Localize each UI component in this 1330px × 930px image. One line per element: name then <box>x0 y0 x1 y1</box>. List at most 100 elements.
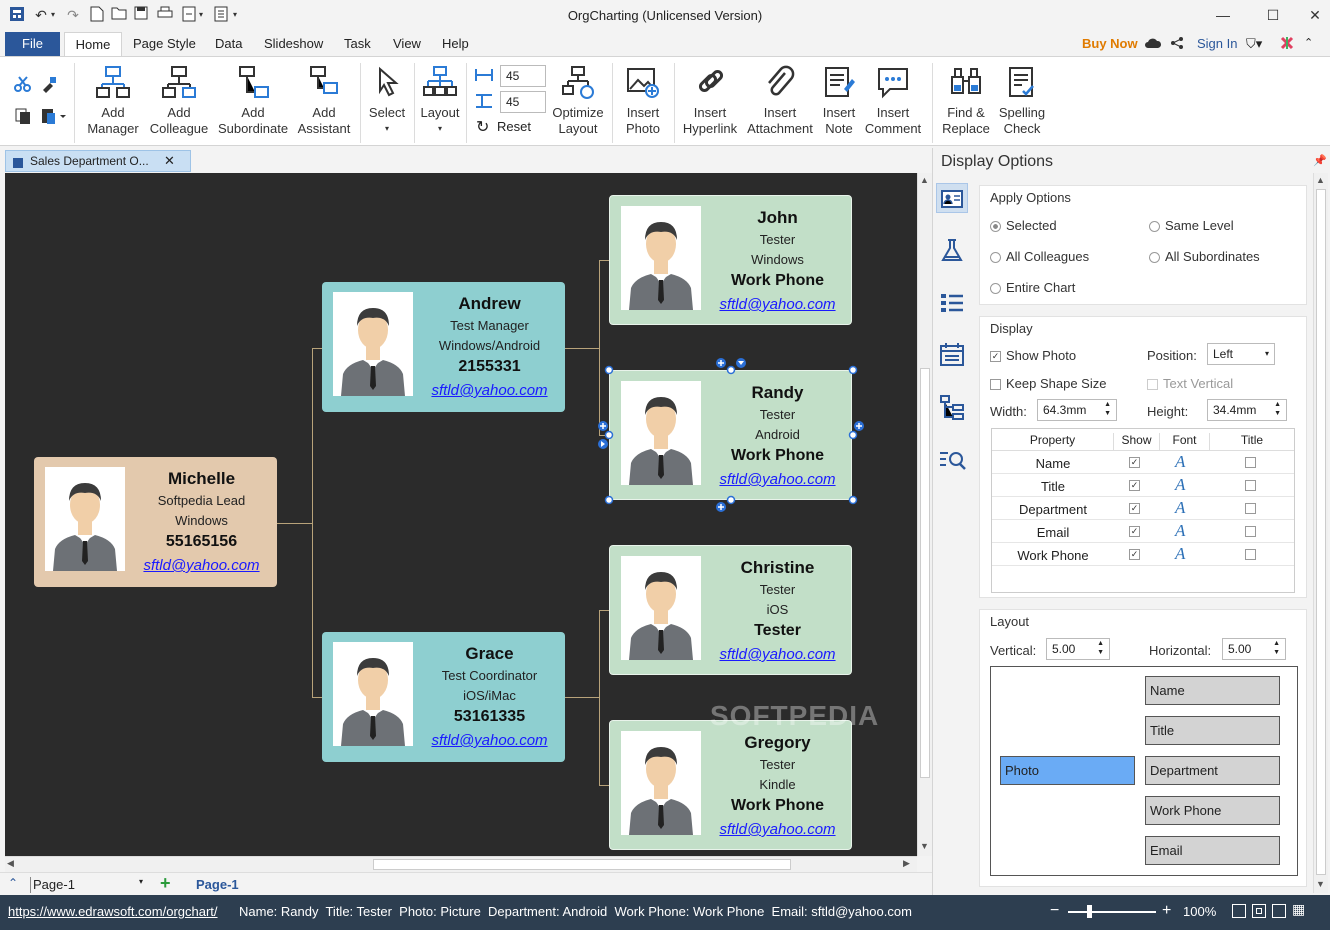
calendar-tab[interactable] <box>937 340 967 373</box>
add-page-icon[interactable]: + <box>160 873 171 894</box>
cut-icon[interactable] <box>14 75 32 96</box>
keep-shape-size-checkbox[interactable]: Keep Shape Size <box>990 376 1106 391</box>
grid-icon[interactable]: ▦ <box>1292 901 1305 918</box>
position-select[interactable]: Left ▾ <box>1207 343 1275 365</box>
table-row[interactable]: Work Phone ✓ A <box>992 543 1294 566</box>
insert-note-button[interactable]: Insert Note <box>818 65 860 137</box>
maximize-button[interactable]: ☐ <box>1258 4 1288 26</box>
show-checkbox[interactable]: ✓ <box>1129 546 1145 561</box>
insert-hyperlink-button[interactable]: Insert Hyperlink <box>678 65 742 137</box>
width-field[interactable]: 64.3mm ▲ ▼ <box>1037 399 1117 421</box>
preview-field-box[interactable]: Name <box>1145 676 1280 705</box>
font-icon[interactable]: A <box>1175 544 1185 564</box>
pin-panel-icon[interactable]: 📌 <box>1313 154 1327 167</box>
org-card-christine[interactable]: Christine Tester iOS Tester sftld@yahoo.… <box>609 545 852 675</box>
vertical-field[interactable]: 5.00 ▲ ▼ <box>1046 638 1110 660</box>
show-checkbox[interactable]: ✓ <box>1129 477 1145 492</box>
radio-selected[interactable]: Selected <box>990 218 1057 233</box>
zoom-slider[interactable] <box>1068 911 1156 913</box>
font-icon[interactable]: A <box>1175 452 1185 472</box>
vertical-spinner-icon[interactable]: ▲ ▼ <box>1097 639 1104 657</box>
preview-field-box[interactable]: Work Phone <box>1145 796 1280 825</box>
radio-same-level[interactable]: Same Level <box>1149 218 1234 233</box>
title-checkbox[interactable] <box>1245 523 1261 538</box>
panel-scrollbar[interactable]: ▲ ▼ <box>1313 173 1328 893</box>
font-icon[interactable]: A <box>1175 498 1185 518</box>
tab-data[interactable]: Data <box>215 32 242 56</box>
table-row[interactable]: Department ✓ A <box>992 497 1294 520</box>
close-button[interactable]: ✕ <box>1300 4 1330 26</box>
format-painter-icon[interactable] <box>40 75 58 96</box>
table-row[interactable]: Email ✓ A <box>992 520 1294 543</box>
preview-photo-box[interactable]: Photo <box>1000 756 1135 785</box>
minimize-button[interactable]: — <box>1208 4 1238 26</box>
scrollbar-thumb[interactable] <box>920 368 930 778</box>
color-theme-icon[interactable] <box>1280 36 1296 52</box>
show-checkbox[interactable]: ✓ <box>1129 454 1145 469</box>
tab-help[interactable]: Help <box>442 32 469 56</box>
title-checkbox[interactable] <box>1245 500 1261 515</box>
preview-field-box[interactable]: Title <box>1145 716 1280 745</box>
selection-handles[interactable] <box>595 356 867 514</box>
show-checkbox[interactable]: ✓ <box>1129 523 1145 538</box>
fit-width-icon[interactable] <box>1252 904 1266 918</box>
font-icon[interactable]: A <box>1175 521 1185 541</box>
tab-file[interactable]: File <box>5 32 60 56</box>
font-icon[interactable]: A <box>1175 475 1185 495</box>
buy-now-link[interactable]: Buy Now <box>1082 32 1138 56</box>
horizontal-scrollbar[interactable]: ◀ ▶ <box>5 856 917 872</box>
full-screen-icon[interactable] <box>1272 904 1286 918</box>
scroll-up-icon[interactable]: ▲ <box>920 175 929 185</box>
cloud-icon[interactable] <box>1144 36 1162 52</box>
scrollbar-thumb[interactable] <box>1316 189 1326 875</box>
height-field[interactable]: 34.4mm ▲ ▼ <box>1207 399 1287 421</box>
card-email-link[interactable]: sftld@yahoo.com <box>422 382 557 399</box>
scroll-right-icon[interactable]: ▶ <box>903 858 910 869</box>
org-card-andrew[interactable]: Andrew Test Manager Windows/Android 2155… <box>322 282 565 412</box>
layout-button[interactable]: Layout ▾ <box>418 65 462 137</box>
zoom-in-icon[interactable]: + <box>1162 902 1171 920</box>
radio-all-colleagues[interactable]: All Colleagues <box>990 249 1089 264</box>
tree-tab[interactable] <box>937 392 967 425</box>
page-tab-1[interactable]: Page-1 <box>196 877 239 892</box>
scrollbar-thumb[interactable] <box>373 859 791 870</box>
select-button[interactable]: Select ▾ <box>364 65 410 137</box>
title-checkbox[interactable] <box>1245 454 1261 469</box>
website-link[interactable]: https://www.edrawsoft.com/orgchart/ <box>8 904 218 919</box>
close-tab-icon[interactable]: ✕ <box>164 151 175 171</box>
display-options-tab[interactable] <box>936 183 968 213</box>
text-vertical-checkbox[interactable]: Text Vertical <box>1147 376 1233 391</box>
radio-all-subordinates[interactable]: All Subordinates <box>1149 249 1260 264</box>
paste-icon[interactable] <box>40 107 66 128</box>
zoom-level[interactable]: 100% <box>1183 904 1216 919</box>
table-row[interactable]: Name ✓ A <box>992 451 1294 474</box>
title-checkbox[interactable] <box>1245 477 1261 492</box>
copy-icon[interactable] <box>14 107 32 128</box>
zoom-out-icon[interactable]: − <box>1050 902 1059 920</box>
tab-slideshow[interactable]: Slideshow <box>264 32 323 56</box>
zoom-slider-handle[interactable] <box>1087 905 1092 918</box>
preview-field-box[interactable]: Department <box>1145 756 1280 785</box>
optimize-layout-button[interactable]: Optimize Layout <box>550 65 606 137</box>
add-colleague-button[interactable]: Add Colleague <box>148 65 210 137</box>
show-checkbox[interactable]: ✓ <box>1129 500 1145 515</box>
width-spinner-icon[interactable]: ▲ ▼ <box>1104 400 1111 418</box>
scroll-down-icon[interactable]: ▼ <box>1316 879 1325 889</box>
org-card-john[interactable]: John Tester Windows Work Phone sftld@yah… <box>609 195 852 325</box>
insert-comment-button[interactable]: Insert Comment <box>862 65 924 137</box>
show-photo-checkbox[interactable]: ✓ Show Photo <box>990 348 1076 363</box>
card-email-link[interactable]: sftld@yahoo.com <box>710 296 845 313</box>
horizontal-spinner-icon[interactable]: ▲ ▼ <box>1273 639 1280 657</box>
fill-style-tab[interactable] <box>937 236 967 269</box>
shirt-icon[interactable]: ⛉▾ <box>1246 36 1268 52</box>
horizontal-field[interactable]: 5.00 ▲ ▼ <box>1222 638 1286 660</box>
find-replace-button[interactable]: Find & Replace <box>938 65 994 137</box>
add-subordinate-button[interactable]: Add Subordinate <box>216 65 290 137</box>
insert-attachment-button[interactable]: Insert Attachment <box>744 65 816 137</box>
preview-field-box[interactable]: Email <box>1145 836 1280 865</box>
search-tab[interactable] <box>937 446 967 479</box>
org-card-michelle[interactable]: Michelle Softpedia Lead Windows 55165156… <box>34 457 277 587</box>
title-checkbox[interactable] <box>1245 546 1261 561</box>
org-card-gregory[interactable]: Gregory Tester Kindle Work Phone sftld@y… <box>609 720 852 850</box>
sign-in-link[interactable]: Sign In <box>1197 32 1237 56</box>
